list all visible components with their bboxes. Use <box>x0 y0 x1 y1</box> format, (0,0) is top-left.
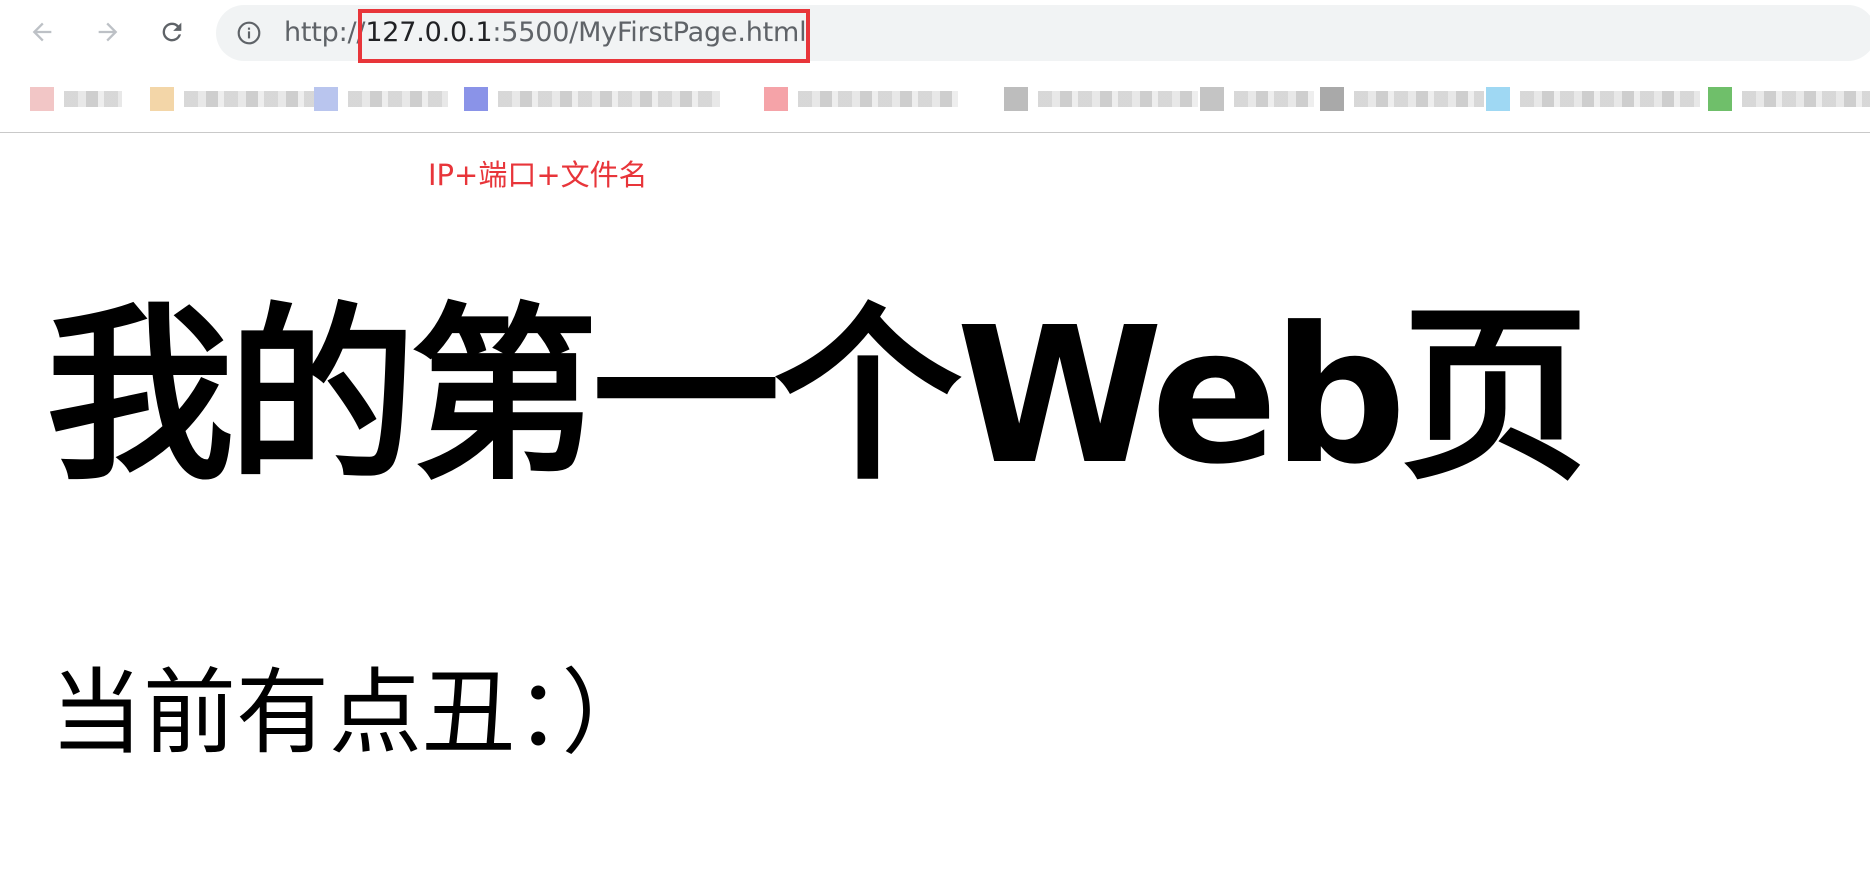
info-circle-icon[interactable] <box>236 20 262 46</box>
bookmark-favicon-icon <box>464 87 488 111</box>
bookmark-item[interactable] <box>150 84 314 114</box>
arrow-left-icon <box>32 22 52 42</box>
bookmark-favicon-icon <box>1708 87 1732 111</box>
page-paragraph: 当前有点丑：） <box>50 659 655 767</box>
arrow-right-icon <box>98 22 118 42</box>
url-annotation-label: IP+端口+文件名 <box>428 158 648 192</box>
bookmark-favicon-icon <box>150 87 174 111</box>
bookmark-item[interactable] <box>30 84 122 114</box>
bookmark-favicon-icon <box>1486 87 1510 111</box>
url-host: 127.0.0.1 <box>365 17 493 48</box>
bookmarks-bar <box>0 74 1870 124</box>
bookmark-favicon-icon <box>1320 87 1344 111</box>
bookmark-favicon-icon <box>30 87 54 111</box>
bookmark-item[interactable] <box>1004 84 1198 114</box>
bookmark-favicon-icon <box>764 87 788 111</box>
bookmark-item[interactable] <box>764 84 958 114</box>
browser-toolbar: http://127.0.0.1:5500/MyFirstPage.html <box>0 0 1870 133</box>
bookmark-favicon-icon <box>1200 87 1224 111</box>
url-path: :5500/MyFirstPage.html <box>492 17 807 48</box>
bookmark-item[interactable] <box>1486 84 1700 114</box>
bookmark-item[interactable] <box>1320 84 1484 114</box>
page-heading: 我的第一个Web页 <box>46 287 1589 506</box>
reload-icon <box>162 22 182 42</box>
bookmark-item[interactable] <box>1200 84 1314 114</box>
url-scheme: http:// <box>284 17 366 48</box>
bookmark-item[interactable] <box>314 84 448 114</box>
back-button[interactable] <box>22 12 62 52</box>
bookmark-favicon-icon <box>314 87 338 111</box>
address-bar[interactable]: http://127.0.0.1:5500/MyFirstPage.html <box>216 5 1870 61</box>
bookmark-favicon-icon <box>1004 87 1028 111</box>
url-text[interactable]: http://127.0.0.1:5500/MyFirstPage.html <box>284 15 807 51</box>
forward-button[interactable] <box>88 12 128 52</box>
bookmark-item[interactable] <box>464 84 720 114</box>
bookmark-item[interactable] <box>1708 84 1870 114</box>
reload-button[interactable] <box>152 12 192 52</box>
